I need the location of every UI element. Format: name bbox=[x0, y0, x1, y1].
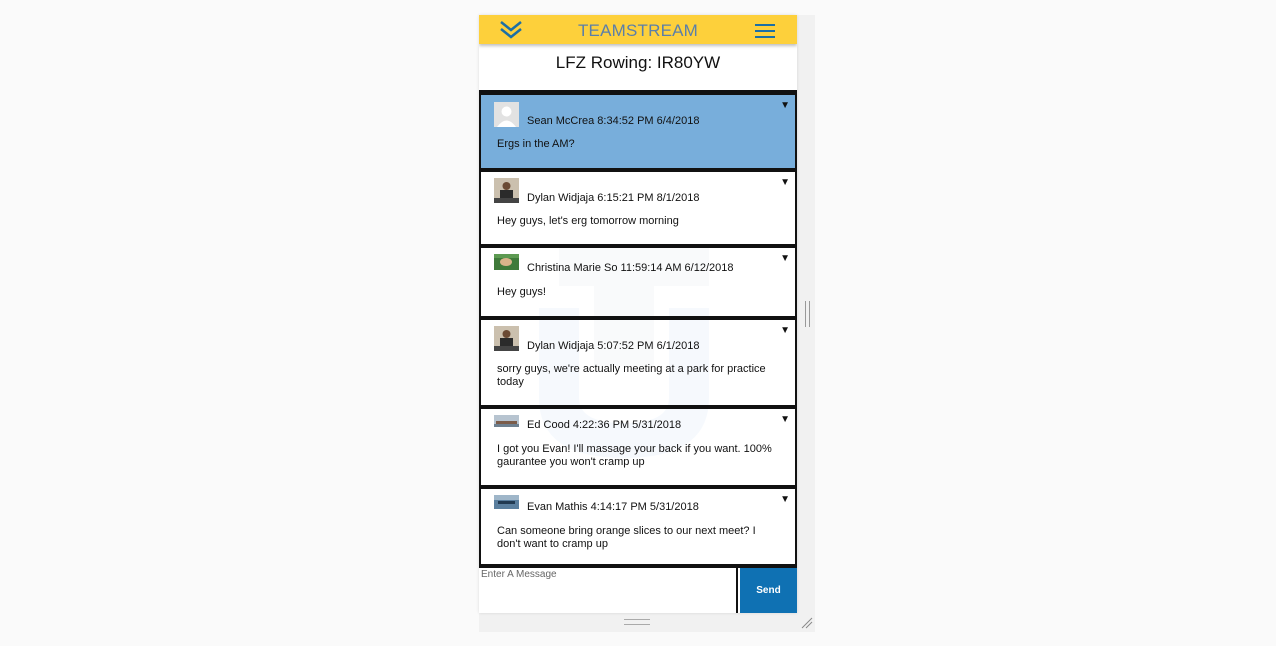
message-body: I got you Evan! I'll massage your back i… bbox=[497, 443, 772, 468]
brand-team: TEAM bbox=[577, 21, 626, 40]
chat-app: TEAMSTREAM LFZ Rowing: IR80YW Sean McCre… bbox=[479, 15, 797, 613]
message-input[interactable] bbox=[479, 568, 738, 613]
resize-handle-bottom[interactable] bbox=[624, 619, 650, 625]
message-meta: Dylan Widjaja 5:07:52 PM 6/1/2018 bbox=[527, 340, 700, 352]
message-meta: Sean McCrea 8:34:52 PM 6/4/2018 bbox=[527, 115, 700, 127]
user-photo-avatar bbox=[494, 326, 519, 351]
message-meta: Christina Marie So 11:59:14 AM 6/12/2018 bbox=[527, 262, 734, 274]
message-card[interactable]: Dylan Widjaja 5:07:52 PM 6/1/2018 sorry … bbox=[479, 318, 797, 407]
message-menu-caret-icon[interactable]: ▼ bbox=[780, 253, 790, 264]
user-photo-avatar bbox=[494, 254, 519, 270]
message-meta: Ed Cood 4:22:36 PM 5/31/2018 bbox=[527, 419, 682, 431]
message-card[interactable]: Sean McCrea 8:34:52 PM 6/4/2018 Ergs in … bbox=[479, 93, 797, 170]
message-composer: Send bbox=[479, 566, 797, 613]
resize-corner-icon[interactable] bbox=[801, 617, 813, 629]
message-card[interactable]: Dylan Widjaja 6:15:21 PM 8/1/2018 Hey gu… bbox=[479, 170, 797, 246]
page-title: LFZ Rowing: IR80YW bbox=[555, 53, 721, 72]
message-body: Hey guys! bbox=[497, 286, 546, 298]
message-body: Hey guys, let's erg tomorrow morning bbox=[497, 215, 679, 227]
hamburger-icon[interactable] bbox=[755, 24, 775, 38]
message-meta: Evan Mathis 4:14:17 PM 5/31/2018 bbox=[527, 501, 699, 513]
send-button[interactable]: Send bbox=[740, 568, 797, 613]
device-frame: TEAMSTREAM LFZ Rowing: IR80YW Sean McCre… bbox=[479, 15, 815, 632]
message-menu-caret-icon[interactable]: ▼ bbox=[780, 177, 790, 188]
default-avatar-icon bbox=[494, 102, 519, 127]
message-body: Ergs in the AM? bbox=[497, 138, 575, 150]
message-menu-caret-icon[interactable]: ▼ bbox=[780, 414, 790, 425]
message-card[interactable]: Evan Mathis 4:14:17 PM 5/31/2018 Can som… bbox=[479, 487, 797, 566]
message-menu-caret-icon[interactable]: ▼ bbox=[780, 100, 790, 111]
message-body: Can someone bring orange slices to our n… bbox=[497, 525, 756, 550]
message-meta: Dylan Widjaja 6:15:21 PM 8/1/2018 bbox=[527, 192, 700, 204]
user-photo-avatar bbox=[494, 178, 519, 203]
message-list[interactable]: Sean McCrea 8:34:52 PM 6/4/2018 Ergs in … bbox=[479, 93, 797, 566]
resize-handle-right[interactable] bbox=[805, 301, 810, 327]
message-body: sorry guys, we're actually meeting at a … bbox=[497, 363, 766, 388]
message-card[interactable]: Christina Marie So 11:59:14 AM 6/12/2018… bbox=[479, 246, 797, 318]
message-menu-caret-icon[interactable]: ▼ bbox=[780, 494, 790, 505]
user-photo-avatar bbox=[494, 415, 519, 427]
top-bar: TEAMSTREAM bbox=[479, 15, 797, 44]
user-photo-avatar bbox=[494, 495, 519, 509]
message-card[interactable]: Ed Cood 4:22:36 PM 5/31/2018 I got you E… bbox=[479, 407, 797, 487]
message-menu-caret-icon[interactable]: ▼ bbox=[780, 325, 790, 336]
brand-logo: TEAMSTREAM bbox=[479, 21, 797, 41]
brand-stream: STREAM bbox=[625, 21, 699, 40]
